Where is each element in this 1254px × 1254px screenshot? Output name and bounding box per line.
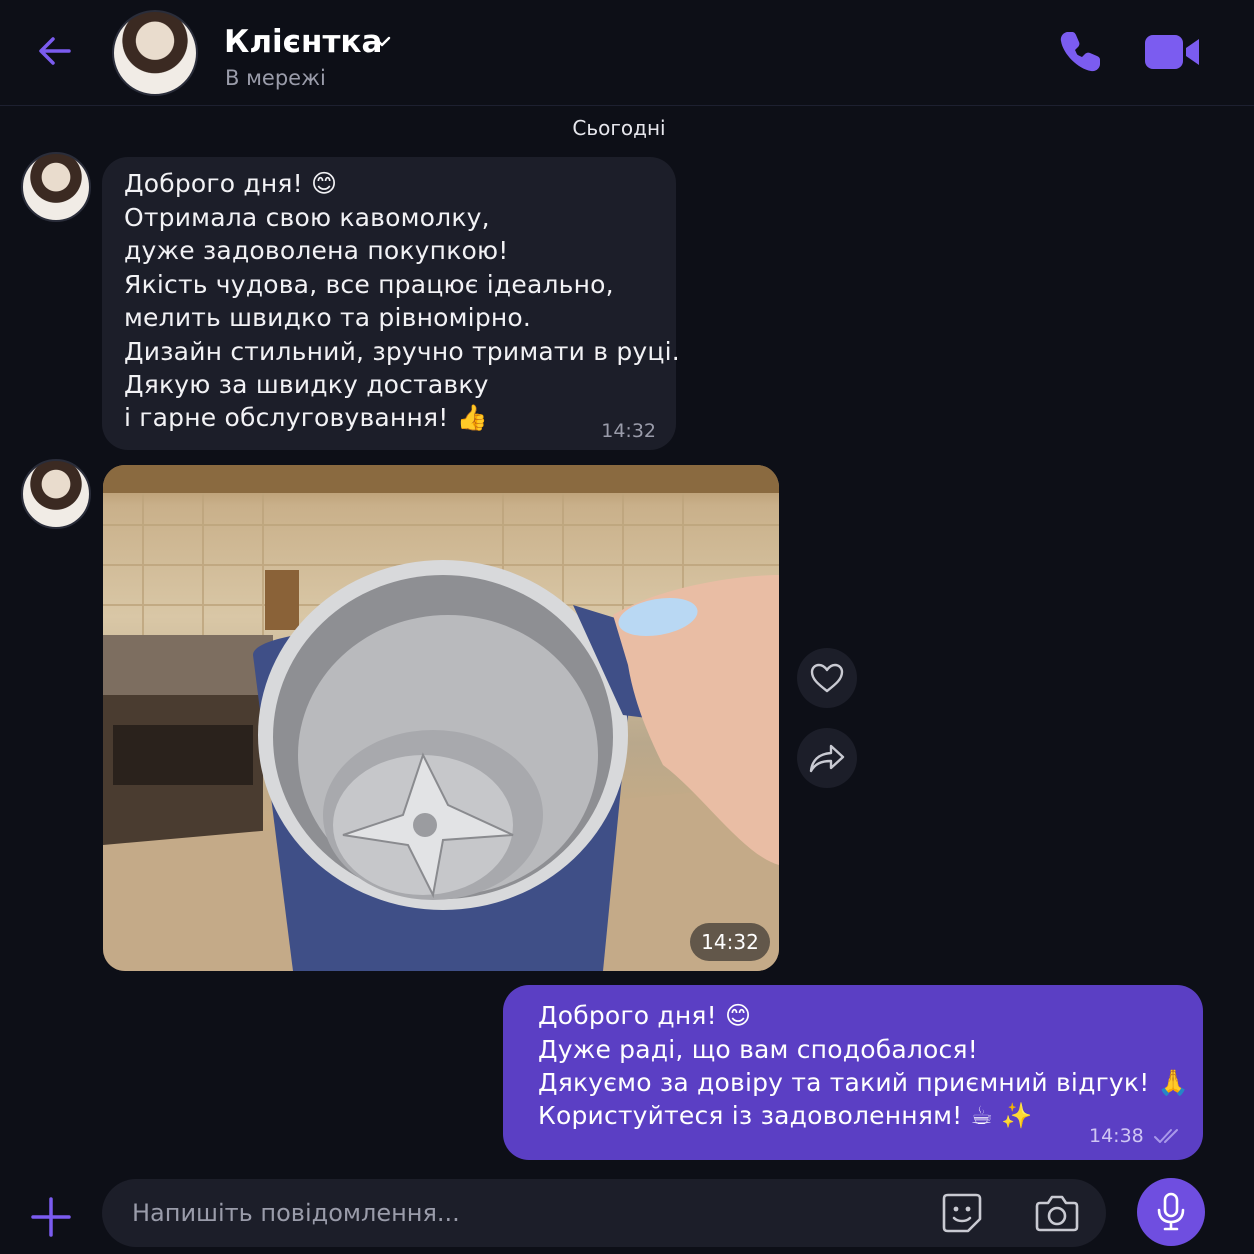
heart-icon [810,663,844,693]
message-line: Отримала свою кавомолку, [124,203,490,232]
photo-message[interactable] [103,465,779,971]
share-button[interactable] [797,728,857,788]
chevron-down-icon[interactable] [372,34,392,50]
back-arrow-icon [39,37,71,65]
sticker-button[interactable] [940,1191,984,1235]
message-line: Дякуємо за довіру та такий приємний відг… [538,1068,1189,1097]
message-line: Дизайн стильний, зручно тримати в руці. [124,337,680,366]
message-line: Дякую за швидку доставку [124,370,489,399]
chat-header: Клієнтка В мережі [0,0,1254,106]
message-line: Доброго дня! 😊 [124,169,338,198]
video-camera-icon [1145,35,1199,69]
back-button[interactable] [30,26,80,76]
message-line: мелить швидко та рівномірно. [124,303,532,332]
incoming-message-bubble[interactable]: Доброго дня! 😊 Отримала свою кавомолку, … [102,157,680,450]
message-time: 14:38 [1089,1125,1144,1147]
contact-avatar[interactable] [112,10,198,96]
voice-call-button[interactable] [1054,26,1106,78]
message-line: і гарне обслуговування! 👍 [124,403,488,432]
date-separator: Сьогодні [572,116,666,140]
coffee-grinder-photo [103,465,779,971]
message-line: Доброго дня! 😊 [538,1001,752,1030]
plus-icon [31,1197,71,1237]
video-call-button[interactable] [1142,30,1204,74]
phone-icon [1060,32,1100,72]
contact-name[interactable]: Клієнтка [224,24,382,60]
chat-screen: Клієнтка В мережі Сьогодні Доброго дня! … [0,0,1254,1254]
message-input-wrapper [102,1179,1106,1247]
attach-button[interactable] [30,1196,72,1238]
sender-avatar[interactable] [21,459,91,529]
message-composer [0,1166,1254,1254]
share-icon [809,744,845,773]
camera-icon [1035,1195,1079,1232]
message-line: Якість чудова, все працює ідеально, [124,270,614,299]
camera-button[interactable] [1034,1191,1080,1235]
voice-message-button[interactable] [1137,1178,1205,1246]
message-input[interactable] [132,1179,912,1247]
message-line: дуже задоволена покупкою! [124,236,509,265]
double-check-icon [1154,1129,1178,1143]
message-time: 14:32 [601,420,656,442]
microphone-icon [1157,1192,1185,1231]
outgoing-message-bubble[interactable]: Доброго дня! 😊 Дуже раді, що вам сподоба… [503,985,1203,1160]
photo-time: 14:32 [690,923,770,961]
sender-avatar[interactable] [21,152,91,222]
contact-status: В мережі [225,66,326,90]
message-line: Дуже раді, що вам сподобалося! [538,1035,978,1064]
message-line: Користуйтеся із задоволенням! ☕ ✨ [538,1101,1033,1130]
sticker-icon [942,1193,982,1233]
like-button[interactable] [797,648,857,708]
